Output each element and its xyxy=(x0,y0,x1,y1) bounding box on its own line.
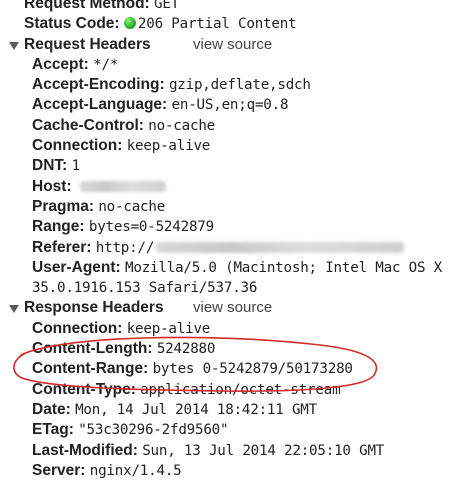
header-key: Pragma: xyxy=(32,197,95,215)
header-row-referer: Referer: http:// xyxy=(0,238,474,258)
header-key: Host: xyxy=(32,177,72,195)
header-key: Server: xyxy=(32,461,86,479)
header-value: application/octet-stream xyxy=(140,381,341,398)
header-row-cache-control: Cache-Control: no-cache xyxy=(0,116,474,136)
response-headers-title: Response Headers xyxy=(24,299,164,317)
disclosure-triangle-icon[interactable] xyxy=(9,41,19,50)
header-row-user-agent: User-Agent: Mozilla/5.0 (Macintosh; Inte… xyxy=(0,258,474,278)
header-key: Referer: xyxy=(32,238,92,256)
header-key: Last-Modified: xyxy=(32,441,138,459)
header-row-accept-language: Accept-Language: en-US,en;q=0.8 xyxy=(0,95,474,115)
header-value: Mon, 14 Jul 2014 18:42:11 GMT xyxy=(75,401,317,418)
request-view-source-link[interactable]: view source xyxy=(193,35,272,55)
header-row-accept: Accept: */* xyxy=(0,55,474,75)
header-value: en-US,en;q=0.8 xyxy=(171,97,289,114)
header-key: Connection: xyxy=(32,137,123,155)
status-code-key: Status Code: xyxy=(24,15,120,33)
header-key: Accept: xyxy=(32,55,89,73)
header-row-dnt: DNT: 1 xyxy=(0,156,474,176)
header-value: bytes 0-5242879/50173280 xyxy=(152,361,353,378)
header-row-range: Range: bytes=0-5242879 xyxy=(0,217,474,237)
status-code-value: 206 Partial Content xyxy=(137,16,297,33)
header-key: Content-Range: xyxy=(32,360,149,378)
disclosure-triangle-icon[interactable] xyxy=(9,305,19,314)
header-value: keep-alive xyxy=(126,138,211,155)
resp-row-connection: Connection: keep-alive xyxy=(0,319,474,339)
header-key: DNT: xyxy=(32,157,68,175)
header-key: ETag: xyxy=(32,421,74,439)
request-headers-title: Request Headers xyxy=(24,35,151,53)
header-row-accept-encoding: Accept-Encoding: gzip,deflate,sdch xyxy=(0,75,474,95)
status-ok-icon xyxy=(123,17,136,30)
request-method-key: Request Method: xyxy=(24,0,150,12)
header-key: Connection: xyxy=(32,319,123,337)
request-headers-section-header[interactable]: Request Headers view source xyxy=(0,35,474,55)
header-value: 1 xyxy=(71,158,81,175)
request-method-row: Request Method: GET xyxy=(0,0,474,14)
resp-row-server: Server: nginx/1.4.5 xyxy=(0,461,474,481)
response-headers-section-header[interactable]: Response Headers view source xyxy=(0,298,474,318)
header-row-pragma: Pragma: no-cache xyxy=(0,197,474,217)
status-code-row: Status Code: 206 Partial Content xyxy=(0,14,474,34)
request-method-value: GET xyxy=(154,0,180,12)
header-key: Date: xyxy=(32,400,71,418)
header-key: Cache-Control: xyxy=(32,116,144,134)
resp-row-content-type: Content-Type: application/octet-stream xyxy=(0,380,474,400)
header-value: no-cache xyxy=(148,117,215,134)
header-row-user-agent-cont: 35.0.1916.153 Safari/537.36 xyxy=(0,278,474,298)
header-value: http:// xyxy=(95,239,155,256)
header-value: */* xyxy=(93,56,119,73)
resp-row-content-range: Content-Range: bytes 0-5242879/50173280 xyxy=(0,359,474,379)
header-row-host: Host: xyxy=(0,177,474,197)
header-value: "53c30296-2fd9560" xyxy=(78,422,229,439)
header-key: User-Agent: xyxy=(32,258,121,276)
header-value: 35.0.1916.153 Safari/537.36 xyxy=(32,280,258,297)
header-key: Content-Type: xyxy=(32,380,136,398)
resp-row-date: Date: Mon, 14 Jul 2014 18:42:11 GMT xyxy=(0,400,474,420)
redacted-referer-value xyxy=(156,241,405,253)
header-value: Mozilla/5.0 (Macintosh; Intel Mac OS X xyxy=(125,259,442,276)
resp-row-etag: ETag: "53c30296-2fd9560" xyxy=(0,420,474,440)
header-value: keep-alive xyxy=(126,320,211,337)
response-view-source-link[interactable]: view source xyxy=(193,298,272,318)
headers-panel: Request Method: GET Status Code: 206 Par… xyxy=(0,0,474,481)
header-value: Sun, 13 Jul 2014 22:05:10 GMT xyxy=(142,442,385,459)
header-value: nginx/1.4.5 xyxy=(89,462,182,479)
header-value: 5242880 xyxy=(156,341,216,358)
header-key: Accept-Language: xyxy=(32,96,168,114)
header-row-connection: Connection: keep-alive xyxy=(0,136,474,156)
redacted-host-value xyxy=(79,180,166,192)
header-key: Accept-Encoding: xyxy=(32,76,165,94)
header-value: bytes=0-5242879 xyxy=(88,219,214,236)
resp-row-last-modified: Last-Modified: Sun, 13 Jul 2014 22:05:10… xyxy=(0,441,474,461)
resp-row-content-length: Content-Length: 5242880 xyxy=(0,339,474,359)
header-value: gzip,deflate,sdch xyxy=(168,77,311,94)
header-key: Content-Length: xyxy=(32,340,153,358)
header-value: no-cache xyxy=(98,198,166,215)
header-key: Range: xyxy=(32,218,85,236)
